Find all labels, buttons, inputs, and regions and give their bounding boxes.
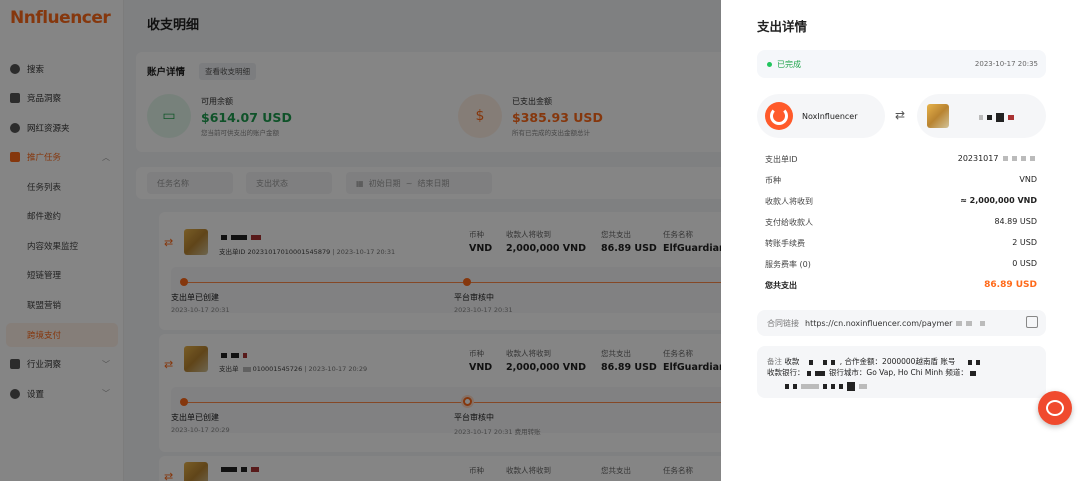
swap-icon: ⇄ [895, 108, 906, 122]
chat-icon[interactable] [1038, 391, 1072, 425]
payer-card: NoxInfluencer [757, 94, 885, 138]
copy-icon[interactable] [1026, 316, 1038, 328]
panel-title: 支出详情 [757, 19, 808, 34]
modal-backdrop[interactable] [0, 0, 721, 481]
noxinfluencer-logo-icon [765, 102, 793, 130]
detail-row: 收款人将收到 ≈ 2,000,000 VND [765, 196, 1037, 206]
detail-row: 服务费率 (0) 0 USD [765, 259, 1037, 269]
detail-row: 支付给收款人 84.89 USD [765, 217, 1037, 227]
payment-detail-panel: 支出详情 已完成 2023-10-17 20:35 NoxInfluencer … [721, 0, 1080, 481]
payee-card [917, 94, 1046, 138]
status-dot-icon [767, 62, 772, 67]
payee-name [977, 113, 1016, 123]
avatar [927, 104, 949, 128]
detail-row: 币种 VND [765, 175, 1037, 185]
remark: 备注 收款 , 合作金额：2000000越南盾 账号 收款银行： 银行城市：Go… [757, 346, 1046, 398]
detail-row: 转账手续费 2 USD [765, 238, 1037, 248]
status-badge: 已完成 2023-10-17 20:35 [757, 50, 1046, 78]
detail-row: 支出单ID 20231017 [765, 154, 1037, 165]
detail-row-total: 您共支出 86.89 USD [765, 280, 1037, 290]
contract-link[interactable]: 合同链接 https://cn.noxinfluencer.com/paymer [757, 310, 1046, 336]
